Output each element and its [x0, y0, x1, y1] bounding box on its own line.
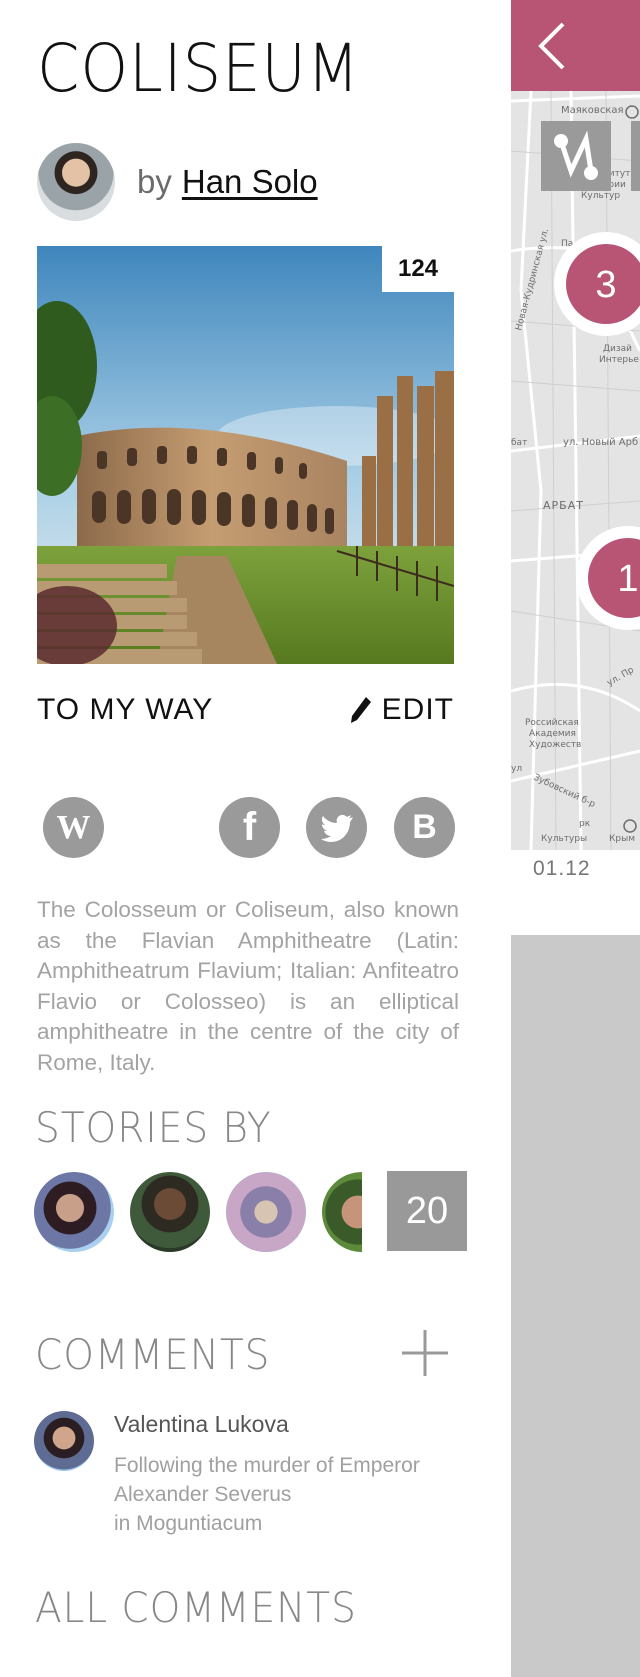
- twitter-icon: [320, 814, 353, 842]
- place-photo[interactable]: 124: [37, 246, 454, 664]
- route-date: 01.12: [533, 857, 591, 880]
- map-canvas: Маяковская Институт Истории Культур Нова…: [511, 91, 640, 850]
- map-label: рк: [579, 819, 591, 829]
- map-label: Крым: [609, 834, 635, 844]
- route-map[interactable]: Маяковская Институт Истории Культур Нова…: [511, 91, 640, 850]
- story-avatar[interactable]: [226, 1172, 306, 1252]
- map-label: Художеств: [529, 740, 581, 750]
- social-links: W f B: [43, 797, 455, 859]
- stories-heading: STORIES BY: [35, 1103, 272, 1152]
- map-label: Культур: [581, 191, 620, 201]
- comments-heading: COMMENTS: [35, 1330, 271, 1379]
- wikipedia-icon: W: [56, 808, 91, 846]
- page-title: COLISEUM: [37, 30, 361, 107]
- coliseum-image: [37, 246, 454, 664]
- comment-text: Following the murder of Emperor Alexande…: [114, 1451, 454, 1538]
- place-description: The Colosseum or Coliseum, also known as…: [37, 897, 459, 1075]
- map-label: бат: [511, 438, 527, 448]
- map-label: Российская: [525, 718, 579, 728]
- stories-list: 20: [34, 1171, 467, 1252]
- route-marker-number: 1: [617, 558, 638, 600]
- map-label: ул. Новый Арб: [563, 437, 638, 448]
- blog-button[interactable]: B: [394, 797, 455, 858]
- story-avatar[interactable]: [322, 1172, 362, 1252]
- edit-button[interactable]: EDIT: [350, 693, 454, 727]
- map-label: Культуры: [541, 834, 587, 844]
- author-link[interactable]: Han Solo: [182, 163, 318, 201]
- route-side-panel: Маяковская Институт Истории Культур Нова…: [511, 0, 640, 1677]
- commenter-name[interactable]: Valentina Lukova: [114, 1411, 289, 1438]
- author-row[interactable]: by Han Solo: [37, 142, 318, 222]
- wikipedia-button[interactable]: W: [43, 797, 104, 858]
- photo-count-badge: 124: [382, 246, 454, 292]
- twitter-button[interactable]: [306, 797, 367, 858]
- pencil-icon: [350, 697, 371, 723]
- comment-line: Alexander Severus: [114, 1483, 292, 1506]
- edit-label: EDIT: [381, 693, 454, 726]
- chevron-left-icon: [538, 22, 565, 69]
- comment-line: Following the murder of Emperor: [114, 1454, 420, 1477]
- add-comment-button[interactable]: [400, 1328, 450, 1378]
- author-avatar[interactable]: [37, 143, 115, 221]
- map-label: Дизай: [603, 344, 632, 354]
- story-avatar[interactable]: [130, 1172, 210, 1252]
- facebook-icon: f: [242, 805, 257, 849]
- map-label: ул: [511, 764, 522, 774]
- route-marker-number: 3: [595, 264, 616, 306]
- map-label: Академия: [529, 729, 576, 739]
- side-panel-footer: [511, 935, 640, 1677]
- map-label: Маяковская: [561, 105, 624, 116]
- to-my-way-button[interactable]: TO MY WAY: [37, 693, 213, 727]
- plus-icon: [402, 1330, 448, 1376]
- map-label: Интерье: [599, 355, 639, 365]
- blog-icon: B: [412, 808, 437, 846]
- map-label: АРБАТ: [543, 499, 584, 512]
- story-avatar[interactable]: [34, 1172, 114, 1252]
- place-detail-panel: COLISEUM by Han Solo 124 TO MY WAY EDIT …: [0, 0, 510, 1677]
- more-stories-button[interactable]: 20: [387, 1171, 467, 1251]
- comment-line: in Moguntiacum: [114, 1512, 263, 1535]
- commenter-avatar[interactable]: [34, 1411, 94, 1471]
- place-actions: TO MY WAY EDIT: [37, 690, 454, 730]
- all-comments-link[interactable]: ALL COMMENTS: [35, 1583, 357, 1632]
- back-button[interactable]: [511, 0, 640, 91]
- facebook-button[interactable]: f: [219, 797, 280, 858]
- by-label: by: [137, 163, 172, 200]
